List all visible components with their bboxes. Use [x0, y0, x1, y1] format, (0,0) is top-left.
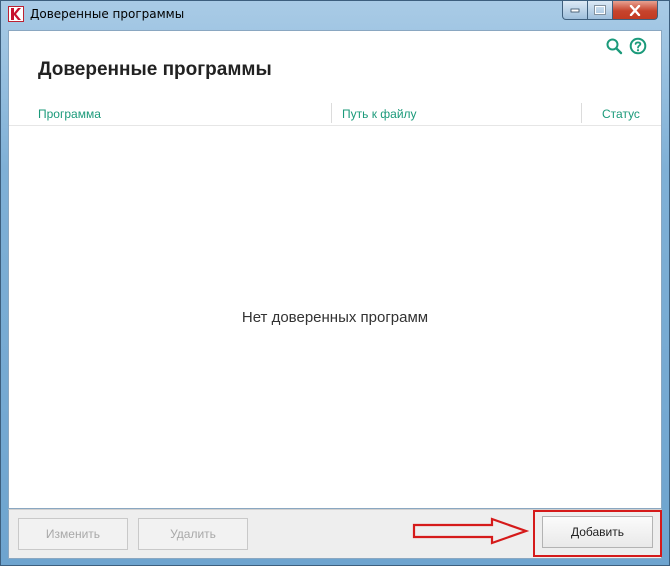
annotation-highlight-box [533, 510, 662, 557]
empty-list-message: Нет доверенных программ [241, 309, 429, 326]
minimize-icon [570, 8, 580, 13]
search-icon[interactable] [605, 37, 623, 55]
close-icon [629, 4, 641, 16]
edit-button[interactable]: Изменить [18, 518, 128, 550]
top-toolbar [605, 37, 647, 55]
delete-button[interactable]: Удалить [138, 518, 248, 550]
header-divider [9, 125, 661, 126]
help-icon[interactable] [629, 37, 647, 55]
close-button[interactable] [613, 1, 658, 20]
column-divider[interactable] [581, 103, 582, 123]
annotation-arrow [412, 517, 530, 545]
page-title: Доверенные программы [38, 59, 272, 80]
column-divider[interactable] [331, 103, 332, 123]
main-panel: Доверенные программы Программа Путь к фа… [8, 30, 662, 509]
app-window: Доверенные программы Доверенные программ… [0, 0, 670, 566]
title-bar[interactable]: Доверенные программы [1, 1, 669, 29]
column-header-path[interactable]: Путь к файлу [342, 107, 417, 121]
column-header-program[interactable]: Программа [38, 107, 101, 121]
maximize-button[interactable] [588, 1, 613, 20]
window-title: Доверенные программы [30, 7, 185, 21]
column-header-status[interactable]: Статус [602, 107, 640, 121]
maximize-icon [594, 5, 606, 15]
minimize-button[interactable] [562, 1, 588, 20]
kaspersky-app-icon [8, 6, 24, 22]
